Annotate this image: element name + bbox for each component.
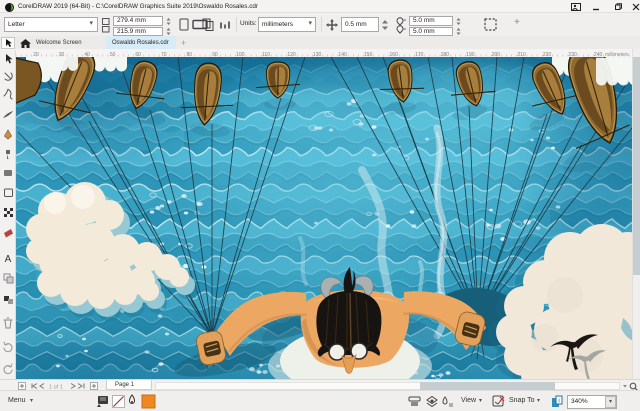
svg-text:A: A [5,254,12,265]
svg-text:i: i [558,399,559,405]
svg-text:1 of 1: 1 of 1 [49,384,63,390]
